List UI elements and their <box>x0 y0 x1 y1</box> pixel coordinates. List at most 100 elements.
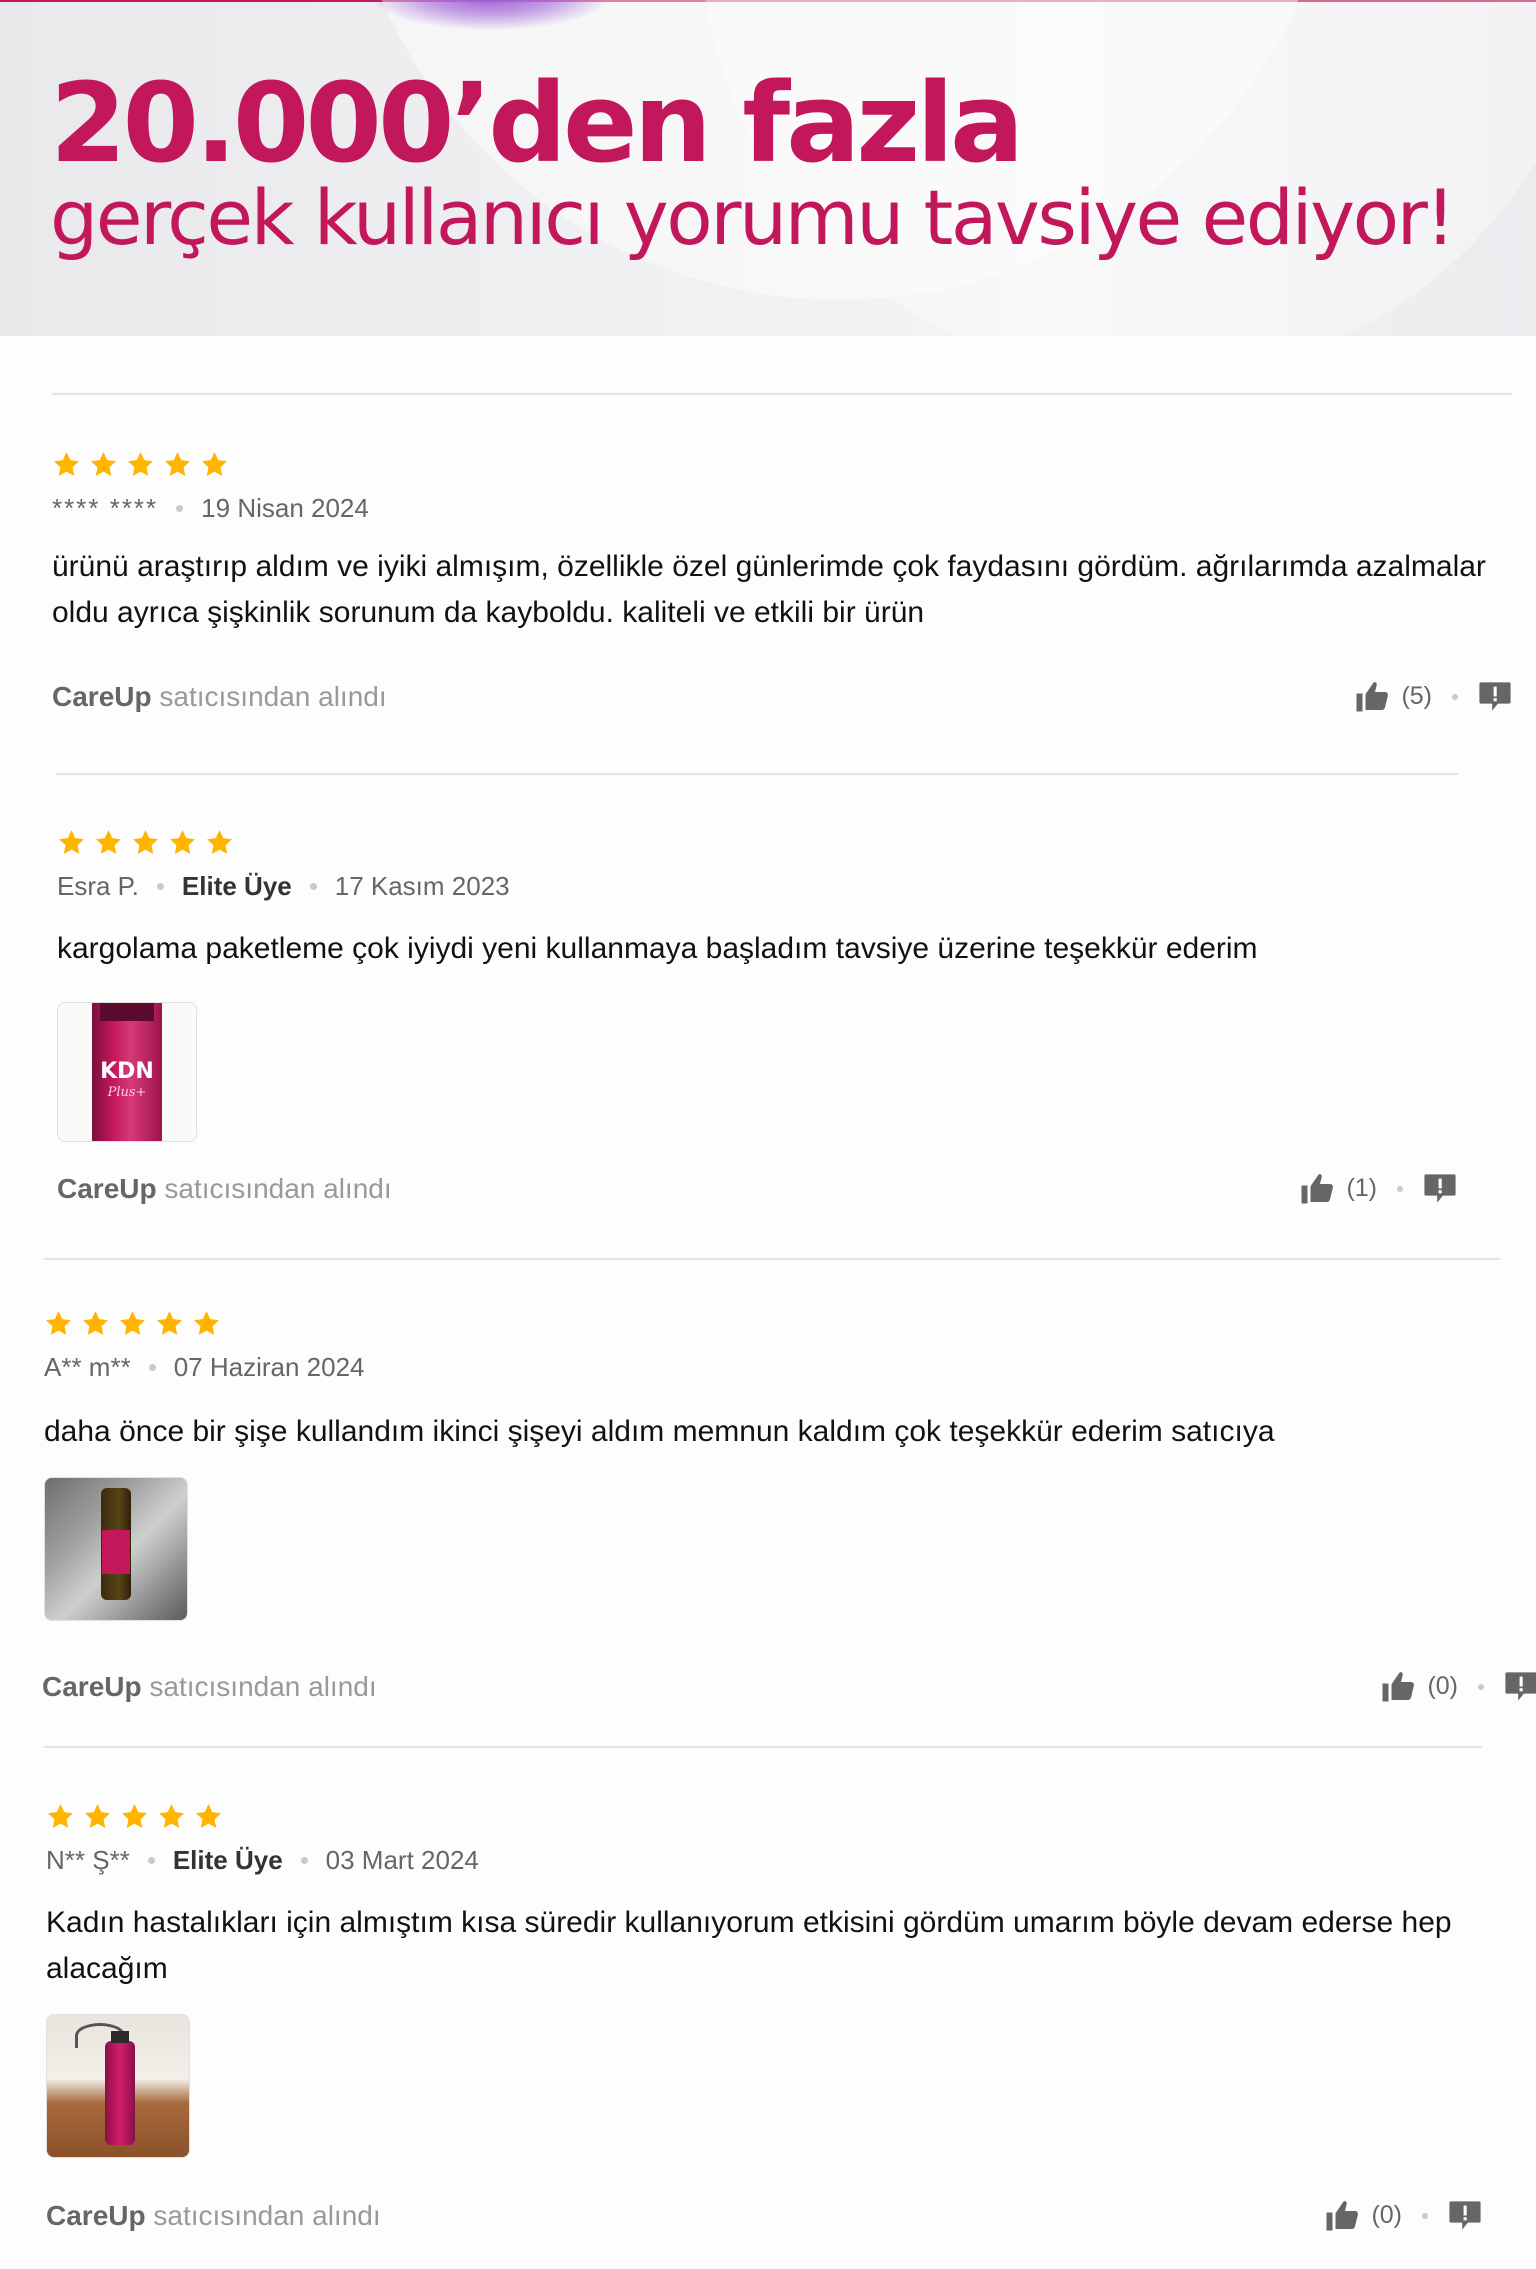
review-date: 03 Mart 2024 <box>325 1844 479 1875</box>
review-author: A** m** <box>44 1351 131 1382</box>
seller-name[interactable]: CareUp <box>46 2200 146 2231</box>
separator-dot <box>1397 1185 1403 1192</box>
like-count: (5) <box>1401 682 1432 710</box>
star-icon <box>52 450 81 480</box>
review-date: 19 Nisan 2024 <box>201 492 369 523</box>
review-meta: **** **** 19 Nisan 2024 <box>52 490 1512 526</box>
like-count: (0) <box>1371 2201 1402 2229</box>
divider <box>52 393 1512 395</box>
star-rating <box>46 1802 1496 1832</box>
review-author: N** Ş** <box>46 1844 130 1875</box>
thumbs-up-icon[interactable] <box>1300 1172 1336 1205</box>
seller-suffix: satıcısından alındı <box>164 1172 392 1204</box>
star-icon <box>155 1309 184 1339</box>
seller-info: CareUp satıcısından alındı <box>52 681 387 713</box>
seller-name[interactable]: CareUp <box>57 1173 157 1204</box>
star-icon <box>192 1309 221 1339</box>
report-icon[interactable] <box>1504 1670 1536 1703</box>
thumbs-up-icon[interactable] <box>1381 1670 1417 1703</box>
star-icon <box>83 1802 112 1832</box>
seller-name[interactable]: CareUp <box>52 681 152 712</box>
separator-dot <box>147 1856 155 1864</box>
seller-suffix: satıcısından alındı <box>153 2199 381 2231</box>
star-rating <box>44 1309 1494 1339</box>
divider <box>56 773 1458 775</box>
divider <box>44 1746 1482 1748</box>
product-bottle <box>105 2041 135 2145</box>
report-icon[interactable] <box>1448 2199 1482 2232</box>
review-footer: CareUp satıcısından alındı (0) <box>42 1670 1536 1703</box>
star-icon <box>205 828 234 858</box>
separator-dot <box>156 882 164 890</box>
star-icon <box>200 450 229 480</box>
review-comment: ürünü araştırıp aldım ve iyiki almışım, … <box>52 550 1486 629</box>
seller-suffix: satıcısından alındı <box>149 1670 377 1702</box>
report-icon[interactable] <box>1478 680 1512 713</box>
review-card: **** **** 19 Nisan 2024 ürünü araştırıp … <box>52 450 1512 636</box>
star-icon <box>89 450 118 480</box>
thumbs-up-icon[interactable] <box>1355 680 1391 713</box>
star-icon <box>118 1309 147 1339</box>
star-icon <box>194 1802 223 1832</box>
star-icon <box>44 1309 73 1339</box>
banner-subtitle: gerçek kullanıcı yorumu tavsiye ediyor! <box>50 173 1456 262</box>
review-meta: A** m** 07 Haziran 2024 <box>44 1349 1494 1385</box>
separator-dot <box>176 504 184 512</box>
thumbs-up-icon[interactable] <box>1325 2199 1361 2232</box>
review-card: Esra P. Elite Üye 17 Kasım 2023 kargolam… <box>57 828 1457 1142</box>
review-footer: CareUp satıcısından alındı (0) <box>46 2199 1482 2232</box>
review-date: 07 Haziran 2024 <box>173 1351 365 1382</box>
product-bottle-neck <box>100 1003 154 1021</box>
review-actions: (0) <box>1381 1670 1536 1703</box>
review-photo[interactable]: KDN Plus+ <box>57 1002 197 1142</box>
review-actions: (1) <box>1300 1172 1457 1205</box>
review-comment: Kadın hastalıkları için almıştım kısa sü… <box>46 1906 1452 1985</box>
star-icon <box>168 828 197 858</box>
like-count: (0) <box>1427 1672 1458 1700</box>
review-footer: CareUp satıcısından alındı (5) <box>52 680 1512 713</box>
review-author: Esra P. <box>57 870 139 901</box>
star-icon <box>120 1802 149 1832</box>
product-label: KDN <box>100 1059 154 1084</box>
review-actions: (5) <box>1355 680 1512 713</box>
seller-name[interactable]: CareUp <box>42 1671 142 1702</box>
product-label-plus: Plus+ <box>107 1085 147 1100</box>
star-icon <box>57 828 86 858</box>
separator-dot <box>1422 2212 1428 2219</box>
star-icon <box>94 828 123 858</box>
separator-dot <box>300 1856 308 1864</box>
separator-dot <box>148 1363 156 1371</box>
report-icon[interactable] <box>1423 1172 1457 1205</box>
review-author: **** **** <box>52 492 159 523</box>
review-date: 17 Kasım 2023 <box>334 870 510 901</box>
star-icon <box>163 450 192 480</box>
elite-member-badge: Elite Üye <box>181 870 292 901</box>
seller-suffix: satıcısından alındı <box>159 680 387 712</box>
like-count: (1) <box>1346 1174 1377 1202</box>
review-meta: N** Ş** Elite Üye 03 Mart 2024 <box>46 1842 1496 1878</box>
star-rating <box>57 828 1457 858</box>
separator-dot <box>309 882 317 890</box>
star-icon <box>126 450 155 480</box>
review-actions: (0) <box>1325 2199 1482 2232</box>
star-icon <box>46 1802 75 1832</box>
review-photo[interactable] <box>44 1477 188 1621</box>
product-label <box>102 1530 130 1574</box>
star-rating <box>52 450 1512 480</box>
separator-dot <box>1452 693 1458 700</box>
seller-info: CareUp satıcısından alındı <box>42 1671 377 1703</box>
divider <box>44 1258 1500 1260</box>
review-meta: Esra P. Elite Üye 17 Kasım 2023 <box>57 868 1457 904</box>
review-photo[interactable] <box>46 2014 190 2158</box>
product-cap <box>111 2031 129 2043</box>
seller-info: CareUp satıcısından alındı <box>46 2200 381 2232</box>
review-comment: kargolama paketleme çok iyiydi yeni kull… <box>57 932 1258 965</box>
review-card: N** Ş** Elite Üye 03 Mart 2024 Kadın has… <box>46 1802 1496 2158</box>
star-icon <box>131 828 160 858</box>
star-icon <box>81 1309 110 1339</box>
hero-banner: 20.000’den fazla gerçek kullanıcı yorumu… <box>0 0 1536 336</box>
review-comment: daha önce bir şişe kullandım ikinci şişe… <box>44 1415 1275 1448</box>
separator-dot <box>1478 1683 1484 1690</box>
review-footer: CareUp satıcısından alındı (1) <box>57 1172 1457 1205</box>
review-card: A** m** 07 Haziran 2024 daha önce bir şi… <box>44 1309 1494 1621</box>
